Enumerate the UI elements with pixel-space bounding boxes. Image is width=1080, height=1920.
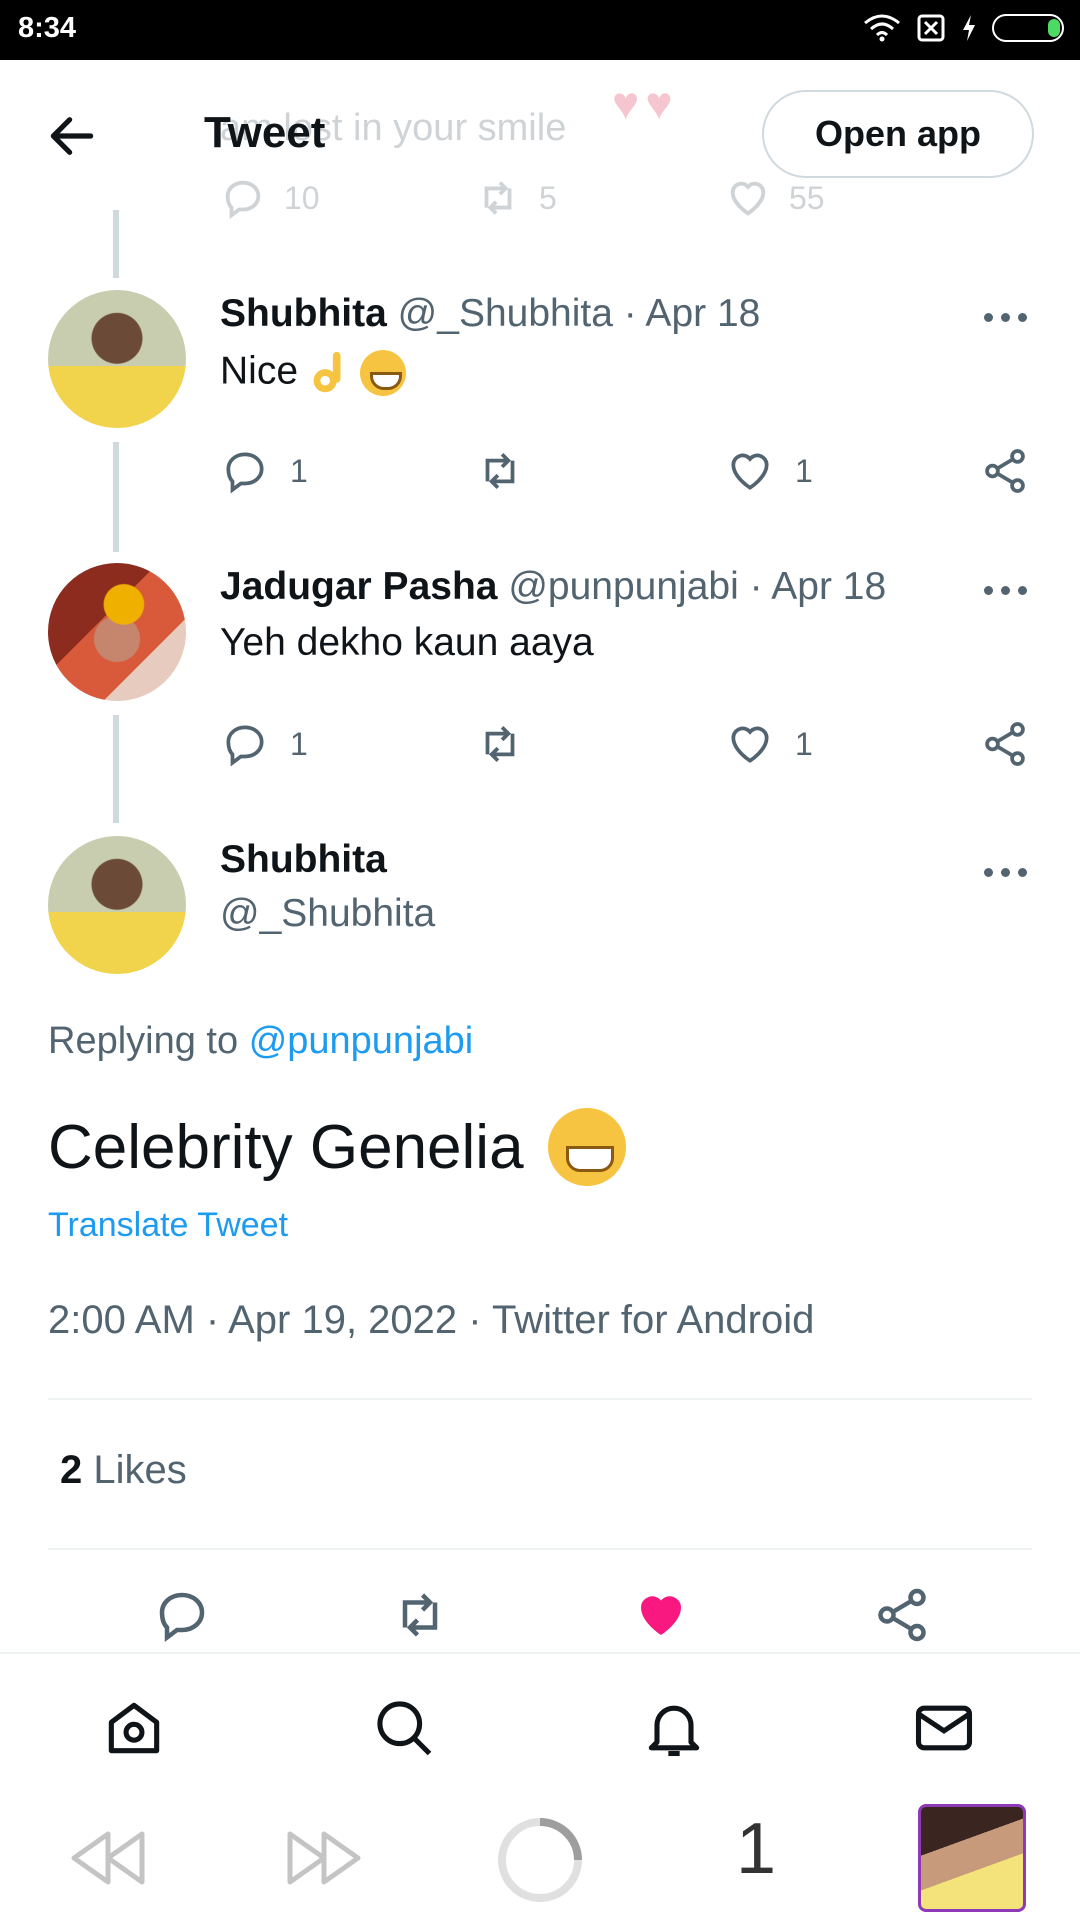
- previous-like-count: 55: [789, 179, 825, 216]
- reply-count: 1: [290, 452, 308, 489]
- reply-button[interactable]: 1: [220, 446, 308, 496]
- more-options-icon[interactable]: [984, 313, 1028, 325]
- author-name[interactable]: Shubhita: [220, 292, 387, 335]
- heart-icon: [731, 726, 769, 763]
- tweet-date: · Apr 18: [749, 565, 887, 608]
- back-arrow-icon[interactable]: [44, 108, 100, 164]
- author-name[interactable]: Shubhita: [220, 838, 387, 882]
- tweet-header: Jadugar Pasha @punpunjabi · Apr 18: [220, 565, 1040, 609]
- previous-reply[interactable]: 10: [220, 175, 320, 221]
- retweet-icon: [485, 453, 515, 489]
- like-button[interactable]: 1: [725, 719, 813, 769]
- previous-reply-count: 10: [284, 179, 320, 216]
- grinning-emoji-icon: [359, 350, 406, 396]
- likes-label: Likes: [93, 1448, 187, 1492]
- share-button[interactable]: [980, 719, 1030, 769]
- tweet-actions: 1 1: [220, 719, 1040, 779]
- likes-summary[interactable]: 2 Likes: [60, 1448, 187, 1493]
- top-header: Tweet Open app: [0, 90, 1080, 180]
- more-options-icon[interactable]: [984, 868, 1028, 880]
- likes-count: 2: [60, 1448, 83, 1492]
- avatar[interactable]: [48, 563, 186, 701]
- retweet-icon: [485, 726, 515, 762]
- main-tweet-text: Celebrity Genelia: [48, 1108, 626, 1186]
- status-icons: [862, 13, 1064, 43]
- heart-icon: [730, 181, 766, 216]
- tweet-meta: 2:00 AM · Apr 19, 2022 · Twitter for And…: [48, 1298, 815, 1342]
- like-count: 1: [795, 725, 813, 762]
- divider: [48, 1548, 1032, 1550]
- like-count: 1: [795, 452, 813, 489]
- replying-to: Replying to @punpunjabi: [48, 1020, 473, 1063]
- reply-icon[interactable]: [152, 1585, 212, 1645]
- thread-line: [113, 715, 119, 823]
- main-tweet-text-content: Celebrity Genelia: [48, 1112, 524, 1182]
- tweet-actions: 1 1: [220, 446, 1040, 506]
- previous-retweet-count: 5: [539, 179, 557, 216]
- tweet-text: Nice: [220, 348, 1040, 398]
- share-icon: [985, 722, 1025, 766]
- share-icon: [985, 449, 1025, 493]
- divider: [48, 1398, 1032, 1400]
- tweet-date: · Apr 18: [623, 292, 761, 335]
- more-options-icon[interactable]: [984, 586, 1028, 598]
- tweet-header: Shubhita @_Shubhita · Apr 18: [220, 292, 1040, 336]
- status-time: 8:34: [18, 12, 77, 44]
- retweet-icon[interactable]: [390, 1585, 450, 1645]
- reply-icon: [226, 725, 264, 767]
- wifi-icon: [864, 14, 900, 42]
- like-button[interactable]: 1: [725, 446, 813, 496]
- forward-nav-icon[interactable]: [284, 1828, 364, 1888]
- author-handle[interactable]: @_Shubhita: [220, 892, 435, 936]
- main-tweet-actions: [0, 1585, 1080, 1655]
- loading-spinner-icon: [498, 1818, 582, 1902]
- charging-icon: [963, 15, 975, 41]
- open-app-button[interactable]: Open app: [762, 90, 1034, 178]
- share-button[interactable]: [980, 446, 1030, 496]
- share-icon[interactable]: [872, 1585, 932, 1645]
- status-bar: 8:34: [0, 0, 1080, 60]
- reply-tweet[interactable]: Shubhita @_Shubhita · Apr 18 Nice: [220, 292, 1040, 398]
- avatar[interactable]: [48, 290, 186, 428]
- profile-thumbnail[interactable]: [918, 1804, 1026, 1912]
- browser-toolbar: 1: [0, 1800, 1080, 1920]
- replying-prefix: Replying to: [48, 1020, 239, 1062]
- back-nav-icon[interactable]: [68, 1828, 148, 1888]
- tweet-text: Yeh dekho kaun aaya: [220, 621, 594, 664]
- reply-button[interactable]: 1: [220, 719, 308, 769]
- previous-retweet[interactable]: 5: [475, 175, 557, 221]
- no-sim-icon: [917, 14, 945, 42]
- retweet-icon: [484, 181, 512, 215]
- grinning-emoji-icon: [547, 1108, 626, 1186]
- previous-like[interactable]: 55: [725, 175, 825, 221]
- replying-to-link[interactable]: @punpunjabi: [249, 1020, 474, 1062]
- avatar[interactable]: [48, 836, 186, 974]
- author-handle[interactable]: @punpunjabi: [508, 565, 738, 608]
- reply-tweet[interactable]: Jadugar Pasha @punpunjabi · Apr 18 Yeh d…: [220, 565, 1040, 665]
- ok-hand-emoji-icon: [313, 351, 341, 393]
- battery-icon: [992, 14, 1064, 42]
- thread-line: [113, 210, 119, 278]
- author-handle[interactable]: @_Shubhita: [398, 292, 613, 335]
- heart-icon: [731, 453, 769, 490]
- reply-count: 1: [290, 725, 308, 762]
- bottom-nav: [0, 1652, 1080, 1800]
- translate-tweet-link[interactable]: Translate Tweet: [48, 1206, 288, 1245]
- thread-line: [113, 442, 119, 552]
- heart-filled-icon[interactable]: [631, 1585, 691, 1645]
- page-title: Tweet: [204, 108, 326, 157]
- author-name[interactable]: Jadugar Pasha: [220, 565, 497, 608]
- retweet-button[interactable]: [475, 719, 525, 769]
- tweet-text-content: Nice: [220, 349, 299, 393]
- previous-tweet-actions: 10 5 55: [220, 175, 1030, 225]
- reply-icon: [226, 452, 264, 494]
- reply-icon: [225, 180, 261, 220]
- messages-envelope-icon[interactable]: [910, 1694, 978, 1762]
- home-icon[interactable]: [100, 1694, 168, 1762]
- tab-count[interactable]: 1: [736, 1808, 776, 1890]
- retweet-button[interactable]: [475, 446, 525, 496]
- notifications-bell-icon[interactable]: [640, 1694, 708, 1762]
- search-icon[interactable]: [370, 1694, 438, 1762]
